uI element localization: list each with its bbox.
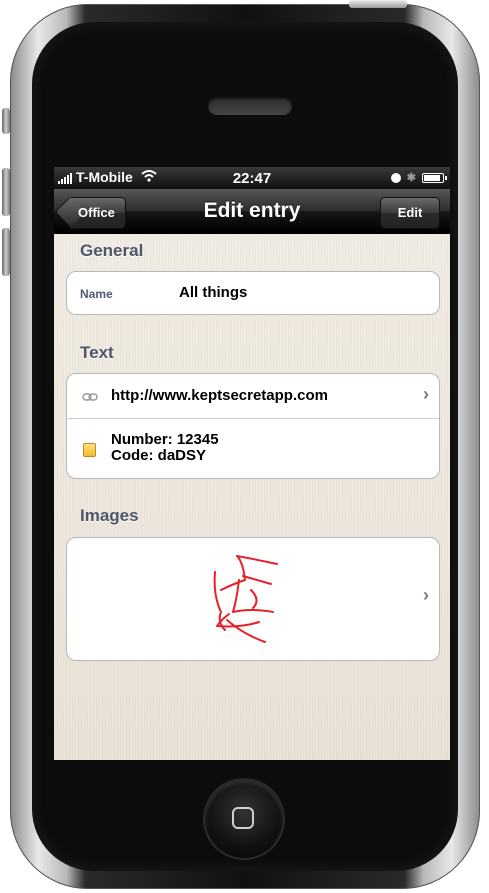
earpiece-speaker <box>208 96 292 114</box>
status-bar: T-Mobile 22:47 ✱ <box>54 167 450 189</box>
status-right: ✱ <box>390 171 447 184</box>
note-line-1: Number: 12345 <box>111 431 219 448</box>
content-area: General Name All things Text http://www.… <box>54 234 450 760</box>
url-row[interactable]: http://www.keptsecretapp.com › <box>67 374 439 419</box>
images-group: › <box>66 537 440 661</box>
home-button[interactable] <box>205 780 283 858</box>
chevron-right-icon: › <box>423 384 429 404</box>
edit-button[interactable]: Edit <box>380 197 440 229</box>
bluetooth-icon: ✱ <box>406 172 416 184</box>
chevron-right-icon: › <box>423 585 429 605</box>
name-label: Name <box>80 287 113 301</box>
general-group: Name All things <box>66 271 440 315</box>
section-title-images: Images <box>80 506 139 525</box>
home-square-icon <box>232 807 254 829</box>
alarm-icon <box>390 172 401 183</box>
battery-icon <box>422 172 447 183</box>
sleep-button <box>349 0 407 8</box>
url-value: http://www.keptsecretapp.com <box>111 387 328 404</box>
link-icon <box>82 393 98 401</box>
text-group: http://www.keptsecretapp.com › Number: 1… <box>66 373 440 479</box>
signature-sketch-image <box>213 555 278 643</box>
navigation-bar: Office Edit entry Edit <box>54 189 450 234</box>
screen: T-Mobile 22:47 ✱ Office Edit entry Edit … <box>54 167 450 760</box>
note-line-2: Code: daDSY <box>111 447 207 464</box>
section-title-general: General <box>80 241 144 260</box>
volume-down-button <box>2 228 10 276</box>
note-icon <box>83 443 96 457</box>
image-row[interactable]: › <box>67 538 439 660</box>
mute-switch <box>2 108 10 134</box>
name-row[interactable]: Name All things <box>67 272 439 314</box>
name-value: All things <box>179 284 248 301</box>
note-row[interactable]: Number: 12345 Code: daDSY <box>67 419 439 478</box>
section-title-text: Text <box>80 343 114 362</box>
volume-up-button <box>2 168 10 216</box>
